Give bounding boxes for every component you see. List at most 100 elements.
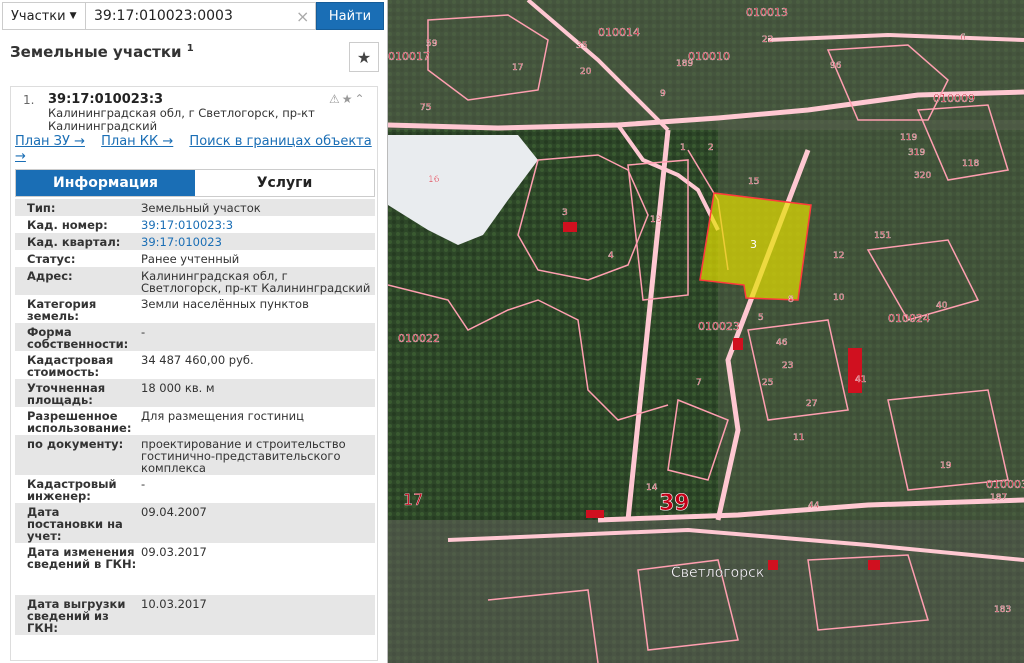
district-label: 39 [659, 491, 690, 516]
parcel-label: 319 [908, 148, 925, 158]
tab-services[interactable]: Услуги [195, 170, 374, 196]
parcel-label: 20 [580, 67, 592, 77]
search-type-select[interactable]: Участки ▼ [2, 2, 86, 30]
info-value: 09.03.2017 [141, 545, 207, 559]
info-row: Кадастровая стоимость: 34 487 460,00 руб. [15, 351, 375, 379]
block-label: 010017 [388, 50, 430, 63]
chevron-down-icon: ▼ [69, 11, 77, 21]
favorites-button[interactable]: ★ [349, 42, 379, 72]
info-label: Дата изменения сведений в ГКН: [27, 545, 137, 571]
info-value: Земельный участок [141, 201, 261, 215]
urban-area-east [718, 120, 1024, 520]
parcel-label: 19 [940, 461, 952, 471]
parcel-label: 59 [426, 39, 438, 49]
parcel-label: 35 [576, 41, 587, 51]
parcel-label: 320 [914, 171, 931, 181]
parcel-label: 183 [994, 605, 1011, 615]
search-input[interactable] [86, 2, 316, 30]
block-label: 010023 [698, 320, 740, 333]
urban-area-south [388, 520, 1024, 663]
parcel-label: 187 [990, 493, 1007, 503]
parcel-label: 23 [782, 361, 793, 371]
parcel-label: 46 [776, 338, 788, 348]
info-value: 18 000 кв. м [141, 381, 215, 395]
info-label: Дата постановки на учет: [27, 505, 123, 543]
info-value: Калининградская обл, г Светлогорск, пр-к… [141, 269, 371, 295]
parcel-label: 41 [855, 375, 866, 385]
info-label: Кад. квартал: [27, 235, 121, 249]
parcel-label: 9 [660, 89, 666, 99]
parcel-label: 40 [936, 301, 948, 311]
block-label: 17 [403, 490, 423, 509]
parcel-label: 3 [562, 208, 568, 218]
info-row: Категория земель: Земли населённых пункто… [15, 295, 375, 323]
result-count: 1 [186, 43, 194, 54]
parcel-label: 7 [696, 378, 702, 388]
info-row: Кадастровый инженер: - [15, 475, 375, 503]
collapse-icon[interactable]: ⌃ [355, 92, 367, 106]
city-label: Светлогорск [671, 565, 764, 581]
info-label: Тип: [27, 201, 56, 215]
info-label: Кадастровая стоимость: [27, 353, 114, 379]
parcel-label: 44 [808, 501, 820, 511]
info-value: 09.04.2007 [141, 505, 207, 519]
link-plan-kk[interactable]: План КК → [101, 134, 173, 149]
info-row: Адрес: Калининградская обл, г Светлогорск… [15, 267, 375, 295]
parcel-label: 75 [420, 103, 431, 113]
card-links: План ЗУ → План КК → Поиск в границах объ… [15, 134, 375, 164]
info-row: Форма собственности: - [15, 323, 375, 351]
urban-area-north [388, 0, 1024, 130]
clear-icon[interactable]: × [296, 7, 309, 26]
info-value[interactable]: 39:17:010023:3 [137, 216, 375, 233]
info-row: Разрешенное использование: Для размещения… [15, 407, 375, 435]
parcel-label: 27 [806, 399, 817, 409]
info-value: - [141, 477, 146, 491]
info-row: Дата постановки на учет: 09.04.2007 [15, 503, 375, 543]
map-canvas[interactable]: 010014 010010 010013 010017 010009 010022 0100… [388, 0, 1024, 663]
parcel-label: 118 [962, 159, 979, 169]
parcel-label: 11 [793, 433, 804, 443]
parcel-label: 151 [874, 231, 891, 241]
info-value: - [141, 325, 146, 339]
info-value[interactable]: 39:17:010023 [137, 233, 375, 250]
parcel-label: 96 [830, 61, 842, 71]
info-label: Форма собственности: [27, 325, 129, 351]
parcel-label: 25 [762, 378, 773, 388]
parcel-label: 12 [833, 251, 844, 261]
info-label: Категория земель: [27, 297, 97, 323]
info-label: Дата выгрузки сведений из ГКН: [27, 597, 126, 635]
info-panel: Участки ▼ × Найти Земельные участки 1 ★ … [0, 0, 388, 663]
block-label: 010022 [398, 332, 440, 345]
info-row: Уточненная площадь: 18 000 кв. м [15, 379, 375, 407]
star-outline-icon[interactable]: ★ [342, 92, 355, 106]
parcel-label: 189 [676, 59, 693, 69]
info-value: Земли населённых пунктов [141, 297, 309, 311]
section-title-text: Земельные участки [10, 43, 182, 61]
parcel-label: 10 [833, 293, 845, 303]
block-label: 010010 [688, 50, 730, 63]
parcel-label: 17 [512, 63, 523, 73]
block-label: 010014 [598, 26, 640, 39]
find-button[interactable]: Найти [316, 2, 384, 30]
cadastral-map[interactable]: 010014 010010 010013 010017 010009 010022 0100… [388, 0, 1024, 663]
parcel-label: 1 [680, 143, 686, 153]
info-row: Тип: Земельный участок [15, 199, 375, 216]
info-value: 34 487 460,00 руб. [141, 353, 254, 367]
info-value: 10.03.2017 [141, 597, 207, 611]
card-tools[interactable]: ⚠★⌃ [329, 92, 367, 106]
parcel-label: 13 [650, 215, 661, 225]
card-tabs: Информация Услуги [15, 169, 375, 197]
warning-icon[interactable]: ⚠ [329, 92, 342, 106]
info-label: по документу: [27, 437, 124, 451]
info-row: Кад. квартал: 39:17:010023 [15, 233, 375, 250]
info-row: по документу: проектирование и строительс… [15, 435, 375, 475]
info-label: Кад. номер: [27, 218, 108, 232]
info-row: Дата изменения сведений в ГКН: 09.03.2017 [15, 543, 375, 595]
block-label: 010009 [933, 92, 975, 105]
search-type-label: Участки [11, 8, 66, 24]
info-row: Статус: Ранее учтенный [15, 250, 375, 267]
tab-info[interactable]: Информация [16, 170, 195, 196]
info-label: Разрешенное использование: [27, 409, 132, 435]
link-plan-zu[interactable]: План ЗУ → [15, 134, 85, 149]
parcel-label: 8 [788, 295, 794, 305]
